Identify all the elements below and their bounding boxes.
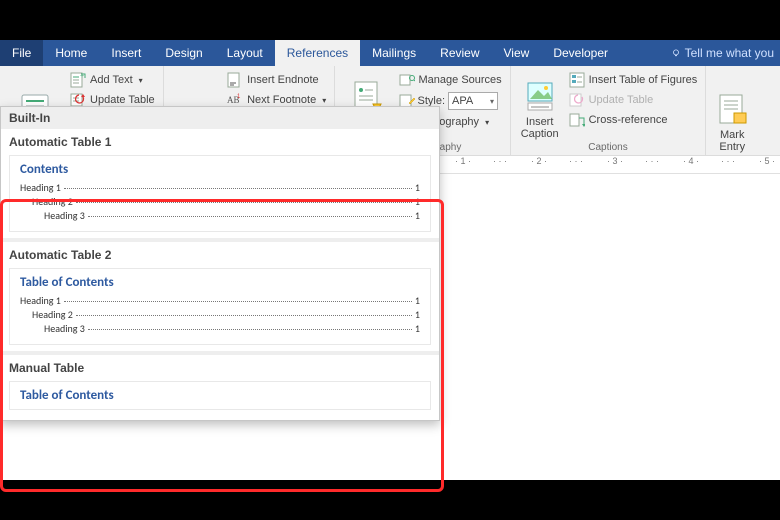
cross-reference-button[interactable]: Cross-reference [567, 111, 700, 129]
update-table-label: Update Table [90, 94, 155, 106]
group-captions: Insert Caption Insert Table of Figures U… [511, 66, 707, 155]
mark-entry-button[interactable]: Mark Entry [712, 69, 752, 153]
tab-view[interactable]: View [492, 40, 542, 66]
insert-endnote-button[interactable]: Insert Endnote [225, 71, 328, 89]
toc-leader-dots [64, 301, 412, 302]
toc-title: Table of Contents [20, 275, 420, 290]
tell-me-label: Tell me what you [685, 46, 774, 60]
group-captions-label: Captions [517, 140, 700, 153]
tab-layout[interactable]: Layout [215, 40, 275, 66]
group-index: Mark Entry [706, 66, 758, 155]
toc-gallery-dropdown: Built-In Automatic Table 1 Contents Head… [0, 106, 440, 421]
toc-row: Heading 1 1 [20, 181, 420, 194]
tab-review[interactable]: Review [428, 40, 491, 66]
style-value: APA [452, 95, 473, 107]
tell-me-search[interactable]: Tell me what you [669, 40, 780, 66]
add-text-label: Add Text [90, 74, 133, 86]
toc-leader-dots [88, 329, 412, 330]
tab-references[interactable]: References [275, 40, 360, 66]
toc-leader-dots [64, 188, 412, 189]
insert-table-of-figures-label: Insert Table of Figures [589, 74, 698, 86]
manage-sources-button[interactable]: Manage Sources [397, 71, 504, 89]
gallery-item-manual[interactable]: Table of Contents [9, 381, 431, 410]
tab-insert[interactable]: Insert [99, 40, 153, 66]
gallery-item-auto2[interactable]: Table of Contents Heading 11Heading 21He… [9, 268, 431, 345]
toc-row-page: 1 [415, 209, 420, 222]
svg-text:+: + [80, 73, 84, 80]
table-of-figures-icon [569, 72, 585, 88]
tab-mailings[interactable]: Mailings [360, 40, 428, 66]
toc-row-text: Heading 1 [20, 294, 61, 307]
insert-table-of-figures-button[interactable]: Insert Table of Figures [567, 71, 700, 89]
gallery-item-auto1[interactable]: Contents Heading 1 1 Heading 2 1 Heading 3 1 [9, 155, 431, 232]
toc-row-text: Heading 2 [32, 308, 73, 321]
toc-leader-dots [76, 202, 412, 203]
caption-icon [524, 80, 556, 114]
toc-row-page: 1 [415, 294, 420, 307]
toc-row: Heading 3 1 [20, 322, 420, 335]
gallery-item-auto1-label: Automatic Table 1 [1, 129, 439, 153]
add-text-button[interactable]: + Add Text ▾ [68, 71, 157, 89]
chevron-down-icon: ▾ [139, 76, 143, 85]
mark-entry-icon [716, 93, 748, 127]
toc-row-page: 1 [415, 308, 420, 321]
update-icon [569, 92, 585, 108]
style-combobox[interactable]: APA ▾ [448, 92, 498, 110]
update-table-figures-button[interactable]: Update Table [567, 91, 700, 109]
cross-reference-icon [569, 112, 585, 128]
tab-home[interactable]: Home [43, 40, 99, 66]
toc-row-text: Heading 2 [32, 195, 73, 208]
chevron-down-icon: ▾ [485, 118, 489, 127]
tab-developer[interactable]: Developer [541, 40, 620, 66]
manage-sources-label: Manage Sources [419, 74, 502, 86]
update-table-figures-label: Update Table [589, 94, 654, 106]
gallery-section-builtin: Built-In [1, 107, 439, 129]
word-window: File Home Insert Design Layout Reference… [0, 40, 780, 480]
toc-row: Heading 2 1 [20, 195, 420, 208]
insert-caption-button[interactable]: Insert Caption [517, 69, 563, 140]
toc-row-page: 1 [415, 322, 420, 335]
gallery-item-manual-label: Manual Table [1, 355, 439, 379]
ribbon-tabs: File Home Insert Design Layout Reference… [0, 40, 780, 66]
toc-leader-dots [88, 216, 412, 217]
chevron-down-icon: ▾ [490, 97, 494, 106]
chevron-down-icon: ▾ [322, 96, 326, 105]
endnote-icon [227, 72, 243, 88]
toc-row-text: Heading 3 [44, 209, 85, 222]
tab-design[interactable]: Design [153, 40, 214, 66]
toc-title: Table of Contents [20, 388, 420, 403]
toc-row-page: 1 [415, 181, 420, 194]
toc-leader-dots [76, 315, 412, 316]
gallery-item-auto2-label: Automatic Table 2 [1, 242, 439, 266]
toc-row-text: Heading 3 [44, 322, 85, 335]
toc-row: Heading 3 1 [20, 209, 420, 222]
insert-endnote-label: Insert Endnote [247, 74, 319, 86]
cross-reference-label: Cross-reference [589, 114, 668, 126]
toc-row-text: Heading 1 [20, 181, 61, 194]
insert-caption-label: Insert Caption [521, 116, 559, 140]
mark-entry-label: Mark Entry [719, 129, 745, 153]
next-footnote-label: Next Footnote [247, 94, 316, 106]
add-text-icon: + [70, 72, 86, 88]
lightbulb-icon [671, 48, 681, 58]
toc-title: Contents [20, 162, 420, 177]
toc-row: Heading 2 1 [20, 308, 420, 321]
toc-row-page: 1 [415, 195, 420, 208]
toc-row: Heading 1 1 [20, 294, 420, 307]
tab-file[interactable]: File [0, 40, 43, 66]
manage-sources-icon [399, 72, 415, 88]
svg-text:1: 1 [237, 94, 241, 100]
